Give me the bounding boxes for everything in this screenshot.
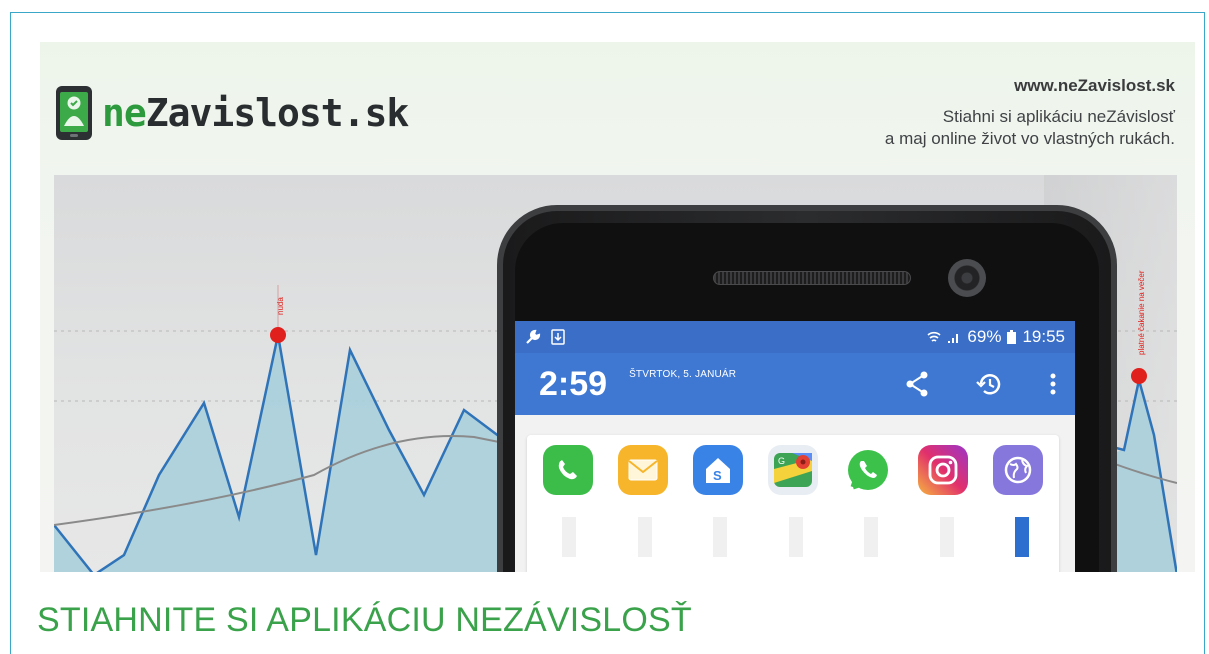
store-app-icon[interactable]: S (693, 445, 743, 495)
tagline-line-1: Stiahni si aplikáciu neZávislosť (942, 107, 1175, 126)
camera-icon (948, 259, 986, 297)
maps-app-icon[interactable]: G (768, 445, 818, 495)
phone-screen: 69% 19:55 2:59 ŠTVRTOK, 5. JANUÁR S G (515, 321, 1075, 572)
usage-bar-active (1015, 517, 1029, 557)
svg-text:G: G (778, 456, 785, 466)
share-icon[interactable] (905, 371, 929, 397)
chart-marker-right (1131, 368, 1147, 384)
chart-marker-left (270, 327, 286, 343)
wifi-icon (927, 331, 941, 342)
usage-bar (713, 517, 727, 557)
signal-icon (948, 334, 959, 343)
app-bar: 2:59 ŠTVRTOK, 5. JANUÁR (515, 353, 1075, 415)
status-bar: 69% 19:55 (515, 321, 1075, 353)
battery-icon (1007, 330, 1017, 344)
svg-text:S: S (713, 468, 722, 483)
logo-text: neZavislost.sk (102, 91, 410, 135)
usage-bar (939, 517, 954, 557)
email-app-icon[interactable] (618, 445, 668, 495)
marker-label-left: nuda (276, 297, 285, 315)
app-usage-panel: S G (527, 435, 1059, 572)
instagram-app-icon[interactable] (918, 445, 968, 495)
phone-person-logo-icon (56, 86, 92, 140)
usage-bar (788, 517, 803, 557)
more-icon[interactable] (1049, 372, 1057, 396)
battery-percent: 69% (967, 327, 1002, 346)
browser-app-icon[interactable] (993, 445, 1043, 495)
app-time: 2:59 (539, 364, 608, 403)
wrench-icon (526, 329, 541, 344)
app-icon-row: S G (527, 435, 1059, 495)
app-date: ŠTVRTOK, 5. JANUÁR (629, 369, 737, 380)
marker-label-right: platné čakanie na večer (1137, 270, 1146, 355)
speaker-grille (713, 271, 911, 285)
decorative-chart: nuda platné čakanie na večer 69% 19:55 2… (54, 175, 1177, 572)
whatsapp-app-icon[interactable] (843, 445, 893, 495)
logo: neZavislost.sk (54, 84, 410, 142)
banner-header-right: www.neZavislost.sk Stiahni si aplikáciu … (885, 76, 1175, 150)
website-url[interactable]: www.neZavislost.sk (885, 76, 1175, 96)
phone-app-icon[interactable] (543, 445, 593, 495)
phone-mockup: 69% 19:55 2:59 ŠTVRTOK, 5. JANUÁR S G (497, 205, 1117, 572)
promo-banner[interactable]: neZavislost.sk www.neZavislost.sk Stiahn… (40, 42, 1195, 572)
status-clock: 19:55 (1022, 327, 1065, 346)
logo-text-accent: ne (102, 91, 147, 135)
usage-bar (864, 517, 878, 557)
usage-bar (562, 517, 576, 557)
tagline-line-2: a maj online život vo vlastných rukách. (884, 129, 1175, 148)
usage-bars (527, 495, 1059, 557)
history-icon[interactable] (975, 371, 1003, 397)
logo-text-main: Zavislost.sk (145, 91, 410, 135)
usage-bar (637, 517, 652, 557)
page-heading: STIAHNITE SI APLIKÁCIU NEZÁVISLOSŤ (37, 601, 692, 639)
download-icon (551, 329, 565, 345)
chart-area-fill (54, 335, 504, 572)
banner-header: neZavislost.sk www.neZavislost.sk Stiahn… (40, 42, 1195, 177)
